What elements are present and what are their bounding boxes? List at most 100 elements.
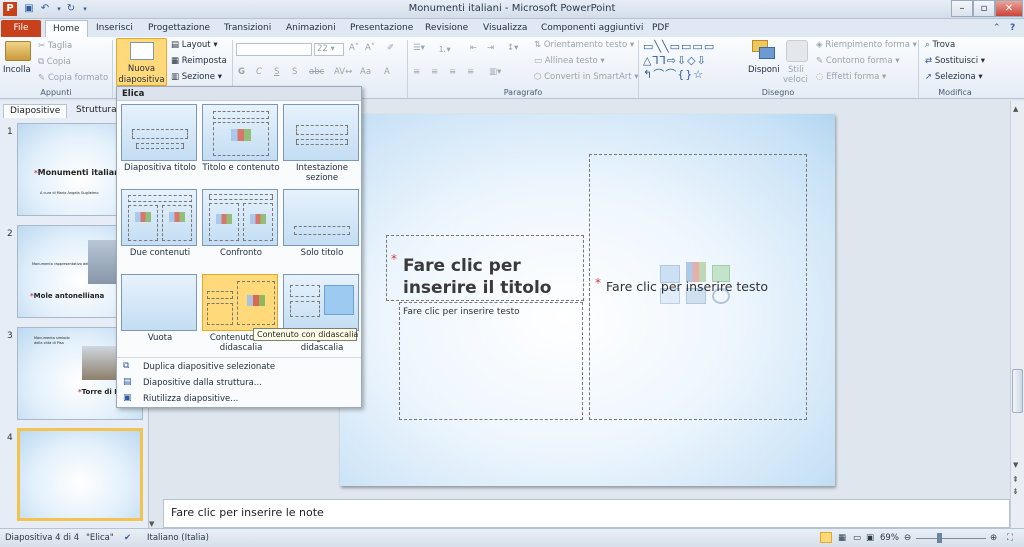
shape-outline-button[interactable]: ✎ Contorno forma ▾ <box>816 56 900 66</box>
reading-view-icon[interactable]: ▭ <box>853 533 861 543</box>
content-placeholder[interactable]: * Fare clic per inserire testo <box>589 154 807 420</box>
quick-styles-icon[interactable] <box>786 40 808 62</box>
layout-content-with-caption[interactable] <box>202 274 278 331</box>
layout-title-only[interactable] <box>283 189 359 246</box>
align-right-icon[interactable]: ≡ <box>449 67 456 77</box>
menu-duplicate-slides[interactable]: Duplica diapositive selezionate <box>143 362 275 372</box>
change-case-button[interactable]: Aa <box>360 67 371 77</box>
strikethrough-button[interactable]: abc <box>309 67 324 77</box>
tab-transitions[interactable]: Transizioni <box>217 20 278 37</box>
scroll-down-icon[interactable]: ▼ <box>1013 461 1018 469</box>
columns-icon[interactable]: ▥▾ <box>489 67 501 77</box>
layout-title-and-content[interactable] <box>202 104 278 161</box>
text-direction-button[interactable]: ⇅ Orientamento testo ▾ <box>534 40 634 50</box>
zoom-level[interactable]: 69% <box>880 533 899 543</box>
line-spacing-icon[interactable]: ↕▾ <box>507 43 518 53</box>
scroll-down-left-icon[interactable]: ▼ <box>149 520 154 528</box>
find-button[interactable]: ⌕ Trova <box>925 40 955 50</box>
next-slide-icon[interactable]: ⇟ <box>1012 487 1019 496</box>
menu-reuse-slides[interactable]: Riutilizza diapositive... <box>143 394 238 404</box>
tab-review[interactable]: Revisione <box>418 20 475 37</box>
notes-pane[interactable]: Fare clic per inserire le note <box>163 499 1010 528</box>
align-center-icon[interactable]: ≡ <box>431 67 438 77</box>
paste-button[interactable]: Incolla <box>3 65 31 75</box>
tab-home[interactable]: Home <box>45 20 88 37</box>
title-placeholder[interactable]: * Fare clic per inserire il titolo <box>386 235 584 301</box>
layout-title-slide[interactable] <box>121 104 197 161</box>
layout-two-content[interactable] <box>121 189 197 246</box>
theme-name[interactable]: "Elica" <box>86 533 114 543</box>
replace-button[interactable]: ⇄ Sostituisci ▾ <box>925 56 985 66</box>
menu-slides-from-outline[interactable]: Diapositive dalla struttura... <box>143 378 262 388</box>
quick-styles-label-1[interactable]: Stili <box>788 65 804 75</box>
tab-pdf[interactable]: PDF <box>645 20 677 37</box>
layout-section-header[interactable] <box>283 104 359 161</box>
new-slide-button[interactable]: Nuova diapositiva <box>116 38 167 86</box>
char-spacing-icon[interactable]: AV↔ <box>334 67 352 77</box>
underline-button[interactable]: S <box>274 67 279 77</box>
zoom-slider-thumb[interactable] <box>937 533 942 543</box>
shape-fill-button[interactable]: ◈ Riempimento forma ▾ <box>816 40 917 50</box>
bold-button[interactable]: G <box>238 67 245 77</box>
numbering-icon[interactable]: ⒈▾ <box>438 43 451 55</box>
italic-button[interactable]: C <box>256 67 262 77</box>
language-indicator[interactable]: Italiano (Italia) <box>147 533 209 543</box>
decrease-indent-icon[interactable]: ⇤ <box>470 43 477 53</box>
clear-formatting-icon[interactable]: ✐ <box>387 43 394 53</box>
layout-comparison[interactable] <box>202 189 278 246</box>
shape-effects-button[interactable]: ◌ Effetti forma ▾ <box>816 72 886 82</box>
minimize-button[interactable]: – <box>951 0 973 17</box>
arrange-button[interactable]: Disponi <box>748 65 780 75</box>
align-text-button[interactable]: ▭ Allinea testo ▾ <box>534 56 605 66</box>
tab-file[interactable]: File <box>1 20 41 37</box>
layout-blank[interactable] <box>121 274 197 331</box>
justify-icon[interactable]: ≡ <box>467 67 474 77</box>
restore-button[interactable]: ▫ <box>973 0 995 17</box>
format-painter-button[interactable]: ✎ Copia formato <box>38 73 108 83</box>
previous-slide-icon[interactable]: ⇞ <box>1012 475 1019 484</box>
font-name-combo[interactable] <box>236 43 312 56</box>
section-button[interactable]: ▥ Sezione ▾ <box>171 72 222 82</box>
shadow-button[interactable]: S <box>292 67 297 77</box>
spellcheck-icon[interactable]: ✔ <box>124 533 131 543</box>
tab-insert[interactable]: Inserisci <box>89 20 140 37</box>
tab-view[interactable]: Visualizza <box>476 20 534 37</box>
grow-font-icon[interactable]: A˄ <box>349 43 359 53</box>
scroll-thumb[interactable] <box>1012 369 1023 413</box>
vertical-scrollbar[interactable]: ▲ ▼ ⇞ ⇟ <box>1010 101 1024 528</box>
shapes-gallery[interactable]: ▭╲╲▭▭▭▭ △⅂⅂⇨⇩◇⇩ ↰⌒⌒{}☆ <box>643 40 739 84</box>
layout-button[interactable]: ▤ Layout ▾ <box>171 40 218 50</box>
tab-addins[interactable]: Componenti aggiuntivi <box>534 20 650 37</box>
layout-picture-with-caption[interactable] <box>283 274 359 331</box>
tab-design[interactable]: Progettazione <box>141 20 217 37</box>
font-size-combo[interactable]: 22 ▾ <box>314 43 344 56</box>
tab-outline[interactable]: Struttura <box>70 104 123 118</box>
arrange-icon[interactable] <box>748 40 780 62</box>
cut-button[interactable]: ✂ Taglia <box>38 41 72 51</box>
slide-sorter-icon[interactable]: ▦ <box>838 533 846 543</box>
quick-styles-label-2[interactable]: veloci <box>783 75 808 85</box>
increase-indent-icon[interactable]: ⇥ <box>487 43 494 53</box>
tab-animations[interactable]: Animazioni <box>279 20 343 37</box>
scroll-up-icon[interactable]: ▲ <box>1013 105 1018 113</box>
tab-slides[interactable]: Diapositive <box>3 104 68 118</box>
bullets-icon[interactable]: ☰▾ <box>413 43 425 53</box>
text-placeholder[interactable]: Fare clic per inserire testo <box>399 302 583 420</box>
slideshow-icon[interactable]: ▣ <box>866 533 874 543</box>
tab-slideshow[interactable]: Presentazione <box>343 20 420 37</box>
normal-view-icon[interactable] <box>820 532 832 543</box>
reset-button[interactable]: ▦ Reimposta <box>171 56 227 66</box>
paste-icon[interactable] <box>5 41 31 61</box>
help-icon[interactable]: ? <box>1003 20 1022 37</box>
select-button[interactable]: ➚ Seleziona ▾ <box>925 72 983 82</box>
align-left-icon[interactable]: ≡ <box>413 67 420 77</box>
shrink-font-icon[interactable]: A˅ <box>365 43 375 53</box>
slide-thumbnail-4[interactable] <box>17 428 143 521</box>
smartart-button[interactable]: ⬡ Converti in SmartArt ▾ <box>534 72 639 82</box>
fit-to-window-icon[interactable]: ⛶ <box>1007 533 1013 543</box>
font-color-button[interactable]: A <box>384 67 390 77</box>
zoom-in-icon[interactable]: ⊕ <box>990 533 997 543</box>
zoom-out-icon[interactable]: ⊖ <box>904 533 911 543</box>
copy-button[interactable]: ⧉ Copia <box>38 57 71 67</box>
zoom-slider[interactable] <box>916 538 986 539</box>
